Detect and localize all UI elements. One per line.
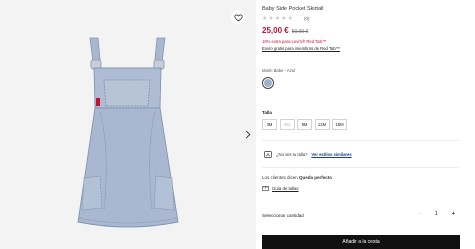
hanger-icon xyxy=(264,151,272,158)
similar-styles-link[interactable]: Ver estilos similares xyxy=(311,152,351,157)
fit-feedback: Los clientes dicen Queda perfecto xyxy=(262,175,332,180)
price-row: 25,00 € 50,00 € xyxy=(262,26,308,35)
quantity-label: Seleccionar cantidad xyxy=(262,213,304,218)
ruler-icon xyxy=(262,186,269,191)
star-icon: ★ xyxy=(287,16,293,22)
wishlist-button[interactable] xyxy=(231,10,245,24)
star-icon: ★ xyxy=(281,16,287,22)
product-title: Baby Side Pocket Skirtall xyxy=(262,6,324,12)
promo-link[interactable]: Envío gratis para miembros de Red Tab™ xyxy=(262,46,340,51)
size-guide-link[interactable]: Guía de tallas xyxy=(262,186,299,191)
color-label: Marin Babe - Azul xyxy=(262,68,296,73)
size-selector: 3M 6M 9M 12M 18M xyxy=(262,119,347,130)
size-guide-label: Guía de tallas xyxy=(272,186,299,191)
size-option-18m[interactable]: 18M xyxy=(332,119,347,130)
review-count[interactable]: (0) xyxy=(304,16,310,21)
sale-price: 25,00 € xyxy=(262,26,289,35)
rating-stars[interactable]: ★ ★ ★ ★ ★ xyxy=(262,15,293,22)
star-icon: ★ xyxy=(268,16,274,22)
quantity-increase-button[interactable]: + xyxy=(452,211,455,217)
original-price: 50,00 € xyxy=(291,29,309,35)
product-details-panel: Baby Side Pocket Skirtall ★ ★ ★ ★ ★ (0) … xyxy=(262,0,466,249)
quantity-stepper: - 1 + xyxy=(419,211,455,217)
size-option-3m[interactable]: 3M xyxy=(262,119,277,130)
heart-icon xyxy=(233,13,243,21)
promo-text: 10% extra para Levi's® Red Tab™ xyxy=(262,39,327,44)
size-option-12m[interactable]: 12M xyxy=(314,119,330,130)
divider xyxy=(262,140,459,141)
fit-feedback-prefix: Los clientes dicen xyxy=(262,175,298,180)
find-size-question: ¿No ves tu talla? xyxy=(276,152,308,157)
star-icon: ★ xyxy=(274,16,281,22)
quantity-value: 1 xyxy=(434,211,438,217)
fit-feedback-value: Queda perfecto xyxy=(299,175,333,180)
star-icon: ★ xyxy=(262,16,268,22)
divider xyxy=(262,167,459,168)
product-image xyxy=(77,37,179,228)
find-size-row: ¿No ves tu talla? Ver estilos similares xyxy=(264,151,352,158)
add-to-cart-button[interactable]: Añadir a la cesta xyxy=(262,235,460,249)
quantity-decrease-button[interactable]: - xyxy=(419,211,421,217)
next-image-button[interactable] xyxy=(243,128,253,140)
chevron-right-icon xyxy=(245,130,251,138)
product-image-gallery[interactable] xyxy=(0,0,256,249)
size-label: Talla xyxy=(262,110,272,115)
color-swatch[interactable] xyxy=(262,77,274,89)
size-option-6m[interactable]: 6M xyxy=(279,119,295,130)
size-option-9m[interactable]: 9M xyxy=(297,119,312,130)
